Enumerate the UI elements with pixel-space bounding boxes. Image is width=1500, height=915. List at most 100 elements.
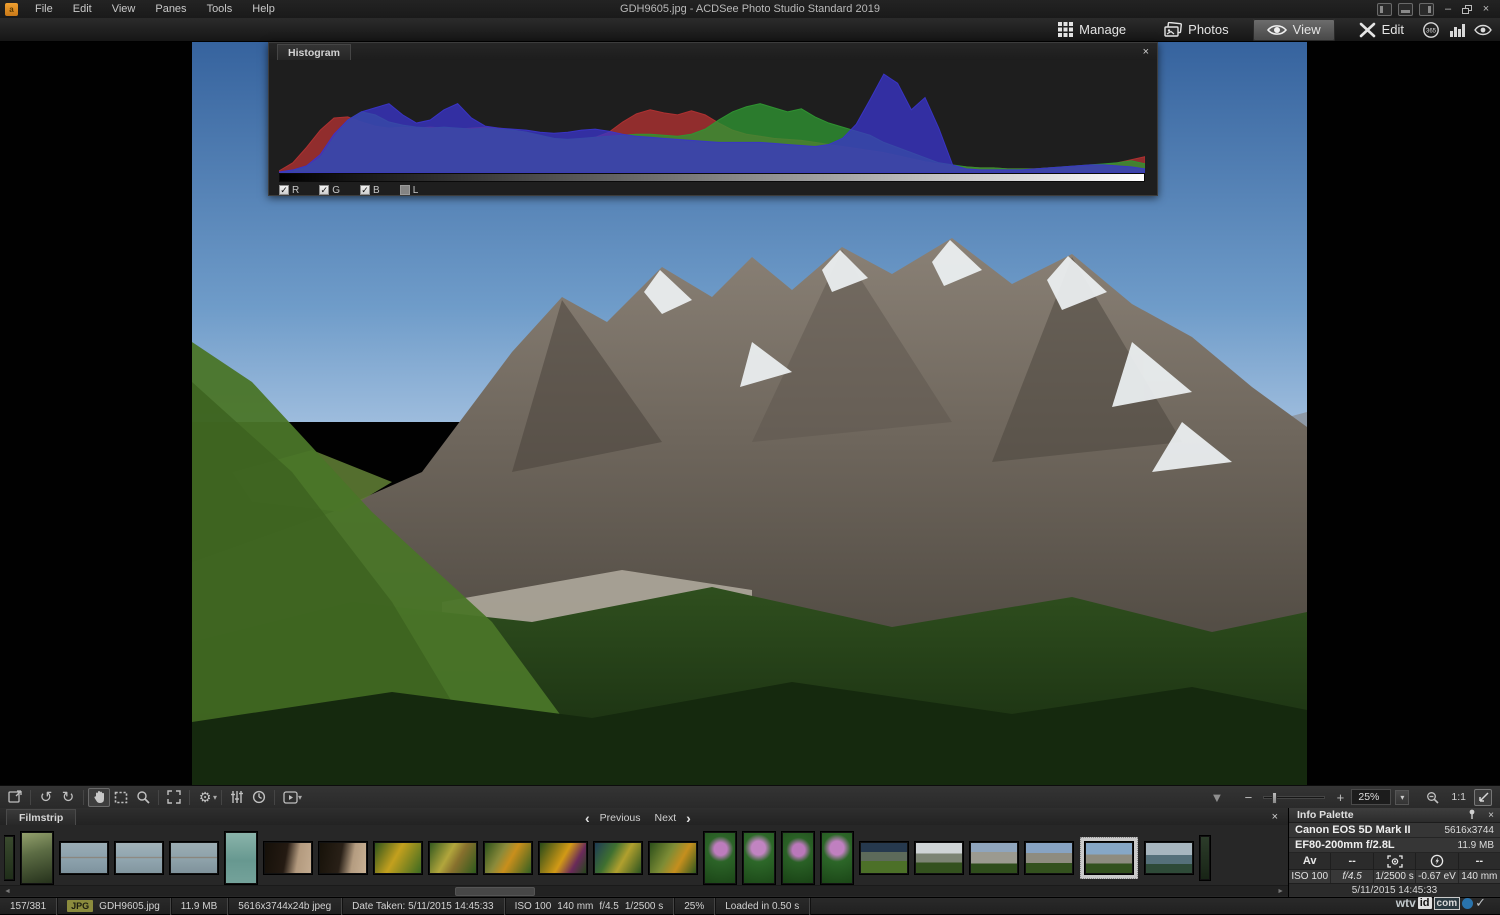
iso-value: ISO 100 <box>1289 870 1331 883</box>
menu-edit[interactable]: Edit <box>63 0 102 18</box>
thumb-garden-1[interactable] <box>374 842 422 874</box>
thumb-reflection-3[interactable] <box>170 842 218 874</box>
channel-toggle-g[interactable]: ✓G <box>319 185 340 196</box>
menu-tools[interactable]: Tools <box>197 0 243 18</box>
channel-toggle-r[interactable]: ✓R <box>279 185 299 196</box>
scroll-left-icon[interactable]: ◄ <box>4 888 11 895</box>
dashboard-icon[interactable] <box>1444 19 1470 41</box>
thumb-mountain-selected[interactable] <box>1085 842 1133 874</box>
thumb-edge-clipped[interactable] <box>1200 836 1210 880</box>
zoom-tool-icon[interactable] <box>132 788 154 807</box>
thumb-lake-castle[interactable] <box>1145 842 1193 874</box>
histogram-channel-toggles: ✓R✓G✓BL <box>279 182 1145 196</box>
channel-toggle-l[interactable]: L <box>400 185 419 196</box>
thumb-tower-reflection[interactable] <box>225 832 257 884</box>
zoom-out-button[interactable]: − <box>1241 788 1255 807</box>
mode-edit-button[interactable]: Edit <box>1345 19 1418 41</box>
acdsee-365-icon[interactable]: 365 <box>1418 19 1444 41</box>
mode-view-button[interactable]: View <box>1253 19 1335 41</box>
filmstrip-scrollbar-thumb[interactable] <box>455 887 535 896</box>
thumb-mountain-3[interactable] <box>970 842 1018 874</box>
status-bar: 157/381 JPG GDH9605.jpg 11.9 MB 5616x374… <box>0 897 1500 914</box>
menu-help[interactable]: Help <box>242 0 285 18</box>
menu-panes[interactable]: Panes <box>145 0 196 18</box>
thumb-garden-2[interactable] <box>429 842 477 874</box>
close-button[interactable]: × <box>1478 2 1494 16</box>
previous-chevron-icon[interactable]: ‹ <box>585 813 590 823</box>
selected-thumbnail-frame[interactable] <box>1080 837 1138 879</box>
menu-file[interactable]: File <box>25 0 63 18</box>
mode-photos-button[interactable]: Photos <box>1150 19 1242 41</box>
thumb-statue-clipped[interactable] <box>4 836 14 880</box>
fit-to-window-button[interactable] <box>1474 789 1492 806</box>
file-size: 11.9 MB <box>1458 840 1495 851</box>
select-tool-icon[interactable] <box>110 788 132 807</box>
info-palette-close-icon[interactable]: × <box>1482 810 1500 821</box>
pan-tool-icon[interactable] <box>88 788 110 807</box>
status-dimensions: 5616x3744x24b jpeg <box>228 898 342 915</box>
actual-size-button[interactable]: 1:1 <box>1451 791 1466 803</box>
thumb-reflection-1[interactable] <box>60 842 108 874</box>
thumb-allium-4[interactable] <box>821 832 853 884</box>
thumb-garden-3[interactable] <box>484 842 532 874</box>
histogram-tab[interactable]: Histogram <box>277 44 351 60</box>
fit-image-icon[interactable] <box>163 788 185 807</box>
svg-text:365: 365 <box>1426 28 1437 34</box>
seedrive-icon[interactable] <box>1470 19 1496 41</box>
thumb-garden-5[interactable] <box>594 842 642 874</box>
previous-button[interactable]: Previous <box>600 812 641 824</box>
filmstrip-tab[interactable]: Filmstrip <box>6 809 76 825</box>
status-filename: GDH9605.jpg <box>99 901 160 912</box>
thumb-bust-2[interactable] <box>319 842 367 874</box>
zoom-slider[interactable] <box>1263 796 1325 799</box>
layout-left-pane-button[interactable] <box>1377 3 1392 16</box>
mode-manage-button[interactable]: Manage <box>1044 19 1140 41</box>
thumb-mountain-2[interactable] <box>915 842 963 874</box>
restore-button[interactable] <box>1462 5 1472 14</box>
zoom-percent-field[interactable]: 25% <box>1351 789 1391 805</box>
menu-view[interactable]: View <box>102 0 146 18</box>
rotate-right-icon[interactable]: ↻ <box>57 788 79 807</box>
thumb-garden-6[interactable] <box>649 842 697 874</box>
next-button[interactable]: Next <box>655 812 677 824</box>
zoom-slider-thumb[interactable] <box>1272 792 1277 804</box>
thumb-statue[interactable] <box>21 832 53 884</box>
layout-bottom-pane-button[interactable] <box>1398 3 1413 16</box>
auto-lens-icon[interactable] <box>248 788 270 807</box>
thumb-allium-1[interactable] <box>704 832 736 884</box>
filmstrip-scrollbar[interactable]: ◄ ► <box>0 885 1288 896</box>
zoom-in-button[interactable]: + <box>1333 788 1347 807</box>
mode-bar: Manage Photos View Edit 365 <box>0 18 1500 42</box>
unchecked-checkbox-icon[interactable] <box>400 185 410 195</box>
channel-toggle-b[interactable]: ✓B <box>360 185 380 196</box>
lens-model: EF80-200mm f/2.8L <box>1295 839 1395 851</box>
channel-label: G <box>332 185 340 196</box>
thumb-reflection-2[interactable] <box>115 842 163 874</box>
zoom-menu-icon[interactable] <box>1421 788 1443 807</box>
rotate-left-icon[interactable]: ↺ <box>35 788 57 807</box>
thumb-allium-3[interactable] <box>782 832 814 884</box>
histogram-close-icon[interactable]: × <box>1135 46 1157 58</box>
exposure-adjust-icon[interactable] <box>226 788 248 807</box>
filmstrip-close-icon[interactable]: × <box>1272 811 1278 823</box>
external-editor-icon[interactable] <box>4 788 26 807</box>
gear-dropdown-caret-icon[interactable]: ▾ <box>213 793 217 802</box>
white-balance-value: -- <box>1331 853 1373 869</box>
thumb-mountain-1[interactable] <box>860 842 908 874</box>
zoom-dropdown-caret-icon[interactable]: ▾ <box>1395 790 1409 805</box>
layout-right-pane-button[interactable] <box>1419 3 1434 16</box>
checked-checkbox-icon[interactable]: ✓ <box>279 185 289 195</box>
next-chevron-icon[interactable]: › <box>686 813 691 823</box>
scroll-right-icon[interactable]: ► <box>1277 888 1284 895</box>
minimize-button[interactable]: – <box>1440 2 1456 16</box>
acdsee-logo-icon: a <box>5 3 18 16</box>
checked-checkbox-icon[interactable]: ✓ <box>360 185 370 195</box>
thumb-mountain-4[interactable] <box>1025 842 1073 874</box>
thumb-bust-1[interactable] <box>264 842 312 874</box>
pin-icon[interactable] <box>1462 809 1482 822</box>
collapse-panel-icon[interactable]: ▼ <box>1211 790 1224 805</box>
thumb-garden-4[interactable] <box>539 842 587 874</box>
slideshow-dropdown-caret-icon[interactable]: ▾ <box>298 793 302 802</box>
thumb-allium-2[interactable] <box>743 832 775 884</box>
checked-checkbox-icon[interactable]: ✓ <box>319 185 329 195</box>
